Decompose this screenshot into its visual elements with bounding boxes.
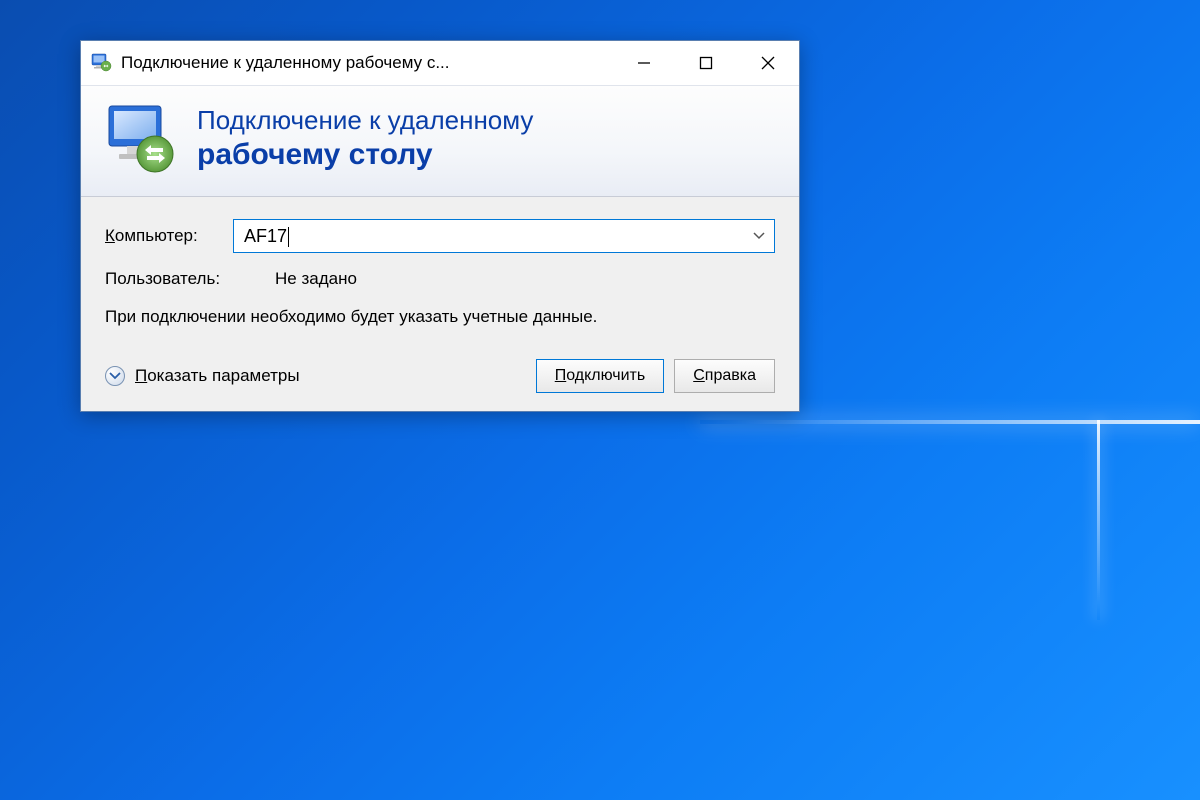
background-flare-h <box>700 420 1200 424</box>
combobox-dropdown-button[interactable] <box>744 220 774 252</box>
credentials-hint: При подключении необходимо будет указать… <box>105 305 775 329</box>
show-options-toggle[interactable] <box>105 366 125 386</box>
dialog-footer: Показать параметры Подключить Справка <box>105 359 775 393</box>
rdp-dialog: Подключение к удаленному рабочему с... <box>80 40 800 412</box>
chevron-down-icon <box>109 372 121 380</box>
chevron-down-icon <box>753 232 765 240</box>
dialog-title: Подключение к удаленному рабочему столу <box>197 105 533 172</box>
help-button[interactable]: Справка <box>674 359 775 393</box>
computer-combobox[interactable] <box>233 219 775 253</box>
computer-input[interactable] <box>234 220 744 252</box>
computer-row: Компьютер: <box>105 219 775 253</box>
maximize-button[interactable] <box>675 41 737 85</box>
user-label: Пользователь: <box>105 269 275 289</box>
user-value: Не задано <box>275 269 357 289</box>
background-flare-v <box>1097 420 1100 620</box>
dialog-header: Подключение к удаленному рабочему столу <box>81 85 799 197</box>
computer-label: Компьютер: <box>105 226 233 246</box>
rdp-app-icon <box>89 51 113 75</box>
window-title: Подключение к удаленному рабочему с... <box>121 53 613 73</box>
dialog-title-line2: рабочему столу <box>197 137 533 173</box>
connect-button[interactable]: Подключить <box>536 359 664 393</box>
dialog-body: Компьютер: Пользователь: Не задано При п… <box>81 197 799 411</box>
user-row: Пользователь: Не задано <box>105 269 775 289</box>
titlebar[interactable]: Подключение к удаленному рабочему с... <box>81 41 799 85</box>
minimize-button[interactable] <box>613 41 675 85</box>
window-controls <box>613 41 799 85</box>
close-button[interactable] <box>737 41 799 85</box>
show-options-label[interactable]: Показать параметры <box>135 366 526 386</box>
text-caret <box>288 227 289 247</box>
dialog-title-line1: Подключение к удаленному <box>197 105 533 136</box>
rdp-large-icon <box>101 100 179 178</box>
